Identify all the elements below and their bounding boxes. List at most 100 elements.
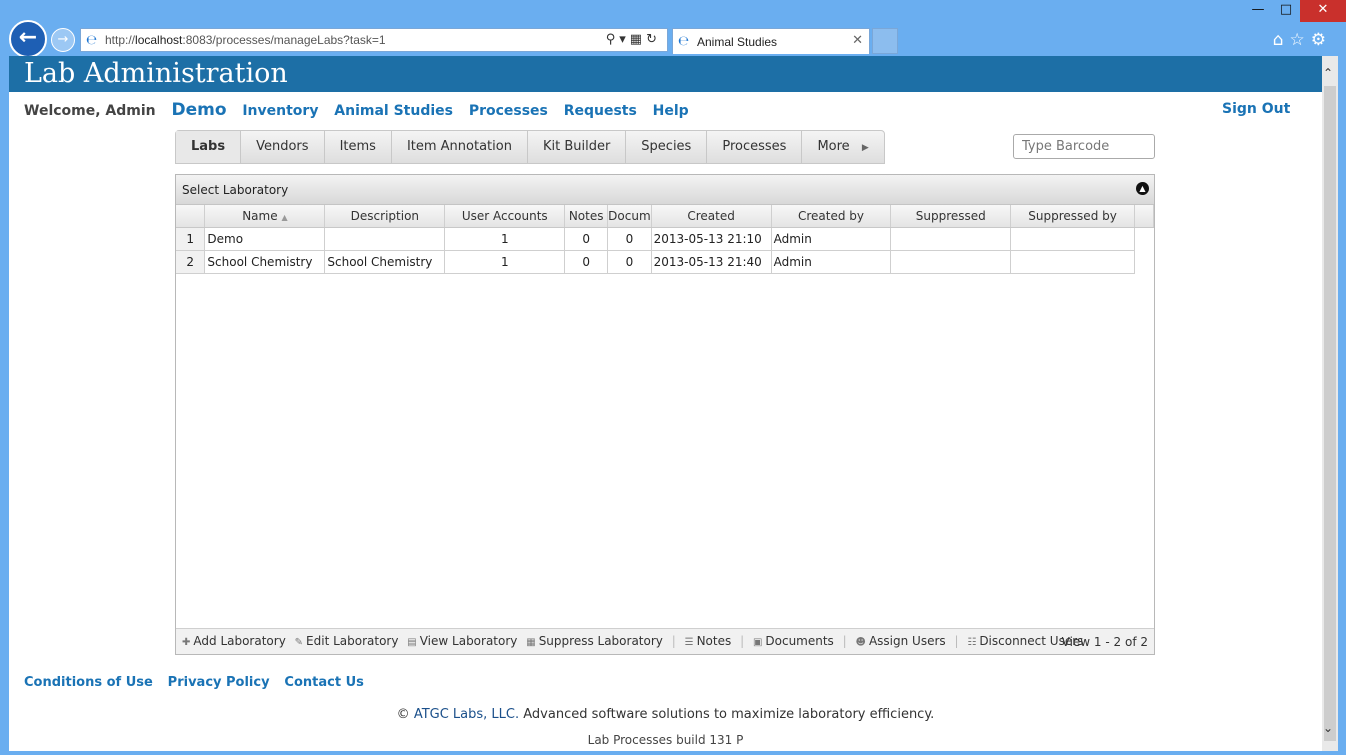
tagline: Advanced software solutions to maximize …	[523, 707, 935, 722]
ie-logo-icon: ℮	[678, 34, 690, 49]
app-title: Lab Administration	[24, 58, 288, 89]
company-link[interactable]: ATGC Labs, LLC.	[414, 707, 519, 722]
row-number: 1	[176, 227, 206, 251]
cell-notes: 0	[564, 250, 609, 274]
new-tab-button[interactable]	[872, 28, 898, 54]
documents-button[interactable]: ▣ Documents	[753, 634, 834, 648]
cell-user-accounts: 1	[444, 250, 566, 274]
copyright: © ATGC Labs, LLC. Advanced software solu…	[9, 707, 1322, 722]
cell-created-by: Admin	[771, 227, 892, 251]
edit-laboratory-button[interactable]: ✎ Edit Laboratory	[295, 634, 399, 648]
table-row[interactable]: 1 Demo 1 0 0 2013-05-13 21:10 Admin	[176, 227, 1154, 251]
cell-name: School Chemistry	[204, 250, 326, 274]
cell-suppressed-by	[1010, 227, 1135, 251]
grid-actions: ✚ Add Laboratory ✎ Edit Laboratory ▤ View L…	[182, 634, 1088, 648]
tab-labs[interactable]: Labs	[176, 131, 242, 163]
tab-more[interactable]: More ▶	[802, 131, 883, 163]
refresh-icon[interactable]: ↻	[646, 32, 661, 47]
window-controls: — □ ✕	[1244, 0, 1346, 22]
dropdown-icon[interactable]: ▾	[619, 32, 630, 47]
col-created[interactable]: Created	[651, 205, 772, 228]
cell-description	[324, 227, 446, 251]
window-frame-bottom	[0, 751, 1346, 755]
scrollbar-thumb[interactable]	[1324, 86, 1336, 741]
laboratory-table: Name ▲ Description User Accounts Notes D…	[176, 205, 1154, 274]
cell-suppressed-by	[1010, 250, 1135, 274]
assign-users-button[interactable]: ☻ Assign Users	[856, 634, 946, 648]
contact-us-link[interactable]: Contact Us	[284, 675, 363, 690]
notes-icon: ☰	[684, 637, 694, 648]
col-user-accounts[interactable]: User Accounts	[444, 205, 566, 228]
sign-out-link[interactable]: Sign Out	[1222, 101, 1322, 117]
plus-icon: ✚	[182, 637, 191, 648]
close-window-icon[interactable]: ✕	[1300, 0, 1346, 22]
col-created-by[interactable]: Created by	[771, 205, 892, 228]
cell-documents: 0	[607, 250, 652, 274]
col-filler	[1134, 205, 1154, 228]
scroll-up-icon[interactable]: ⌃	[1323, 66, 1333, 80]
col-name[interactable]: Name ▲	[204, 205, 326, 228]
cell-suppressed	[890, 250, 1012, 274]
search-icon[interactable]: ⚲	[606, 32, 620, 47]
vertical-scrollbar[interactable]: ⌃ ⌄	[1322, 56, 1338, 751]
notes-label: Notes	[696, 634, 732, 648]
cell-created-by: Admin	[771, 250, 892, 274]
nav-animal-studies[interactable]: Animal Studies	[334, 103, 453, 119]
welcome-text: Welcome, Admin	[24, 103, 156, 119]
browser-tab[interactable]: ℮ Animal Studies ✕	[672, 28, 870, 54]
barcode-input[interactable]	[1013, 134, 1155, 159]
suppress-laboratory-button[interactable]: ▦ Suppress Laboratory	[526, 634, 663, 648]
scroll-down-icon[interactable]: ⌄	[1323, 721, 1333, 735]
admin-subtabs: Labs Vendors Items Item Annotation Kit B…	[175, 130, 885, 164]
notes-button[interactable]: ☰ Notes	[685, 634, 732, 648]
home-icon[interactable]: ⌂	[1273, 30, 1290, 50]
tab-species[interactable]: Species	[626, 131, 708, 163]
forward-arrow-icon[interactable]: →	[51, 28, 75, 52]
nav-requests[interactable]: Requests	[564, 103, 637, 119]
close-tab-icon[interactable]: ✕	[852, 33, 863, 48]
app-banner: Lab Administration	[9, 56, 1322, 92]
cell-documents: 0	[607, 227, 652, 251]
privacy-policy-link[interactable]: Privacy Policy	[168, 675, 270, 690]
settings-gear-icon[interactable]: ⚙	[1311, 30, 1332, 50]
tab-more-label: More	[817, 139, 850, 154]
separator: |	[954, 634, 959, 648]
tab-processes[interactable]: Processes	[707, 131, 803, 163]
nav-inventory[interactable]: Inventory	[242, 103, 318, 119]
compat-view-icon[interactable]: ▦	[630, 32, 646, 47]
col-notes[interactable]: Notes	[564, 205, 609, 228]
grid-caption: Select Laboratory ▲	[176, 175, 1154, 205]
favorites-star-icon[interactable]: ☆	[1290, 30, 1311, 50]
cell-suppressed	[890, 227, 1012, 251]
nav-processes[interactable]: Processes	[469, 103, 548, 119]
col-suppressed[interactable]: Suppressed	[890, 205, 1012, 228]
user-icon: ☻	[855, 637, 866, 648]
suppress-laboratory-label: Suppress Laboratory	[538, 634, 663, 648]
cell-filler	[1135, 227, 1154, 250]
maximize-icon[interactable]: □	[1272, 0, 1300, 22]
col-documents[interactable]: Docum	[607, 205, 652, 228]
view-laboratory-button[interactable]: ▤ View Laboratory	[407, 634, 517, 648]
conditions-of-use-link[interactable]: Conditions of Use	[24, 675, 153, 690]
back-arrow-icon[interactable]: ←	[9, 20, 47, 58]
tab-title: Animal Studies	[697, 35, 778, 49]
minimize-icon[interactable]: —	[1244, 0, 1272, 22]
table-row[interactable]: 2 School Chemistry School Chemistry 1 0 …	[176, 250, 1154, 274]
cell-created: 2013-05-13 21:10	[651, 227, 772, 251]
address-url[interactable]: http://localhost:8083/processes/manageLa…	[105, 33, 386, 47]
col-suppressed-by[interactable]: Suppressed by	[1010, 205, 1135, 228]
nav-help[interactable]: Help	[653, 103, 689, 119]
cell-user-accounts: 1	[444, 227, 566, 251]
tab-items[interactable]: Items	[325, 131, 392, 163]
col-description[interactable]: Description	[324, 205, 446, 228]
address-bar[interactable]: ℮ http://localhost:8083/processes/manage…	[80, 28, 668, 52]
current-lab-name[interactable]: Demo	[171, 100, 226, 120]
chevron-right-icon: ▶	[861, 143, 869, 153]
documents-label: Documents	[765, 634, 834, 648]
add-laboratory-button[interactable]: ✚ Add Laboratory	[182, 634, 286, 648]
grid-pager: ✚ Add Laboratory ✎ Edit Laboratory ▤ View L…	[176, 628, 1154, 654]
tab-item-annotation[interactable]: Item Annotation	[392, 131, 528, 163]
tab-kit-builder[interactable]: Kit Builder	[528, 131, 627, 163]
tab-vendors[interactable]: Vendors	[241, 131, 325, 163]
collapse-icon[interactable]: ▲	[1136, 182, 1149, 195]
